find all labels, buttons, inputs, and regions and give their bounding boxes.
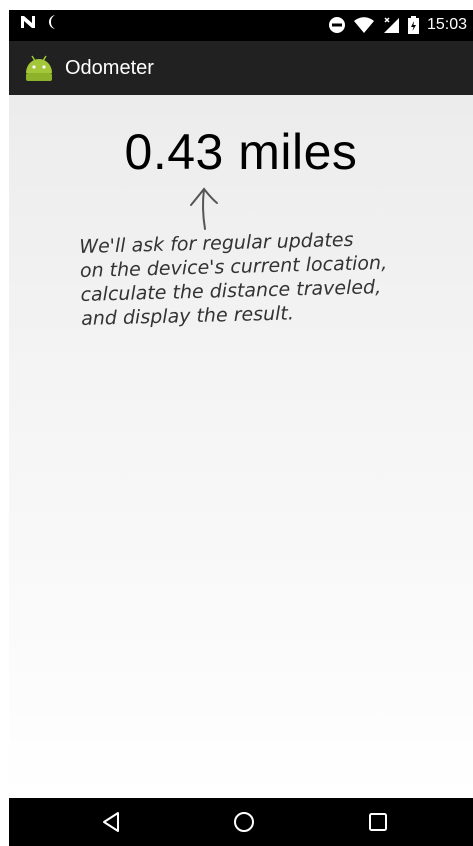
status-left-icons [19,14,57,30]
action-bar: Odometer [9,41,473,95]
annotation-text: We'll ask for regular updates on the dev… [79,226,441,331]
wifi-icon [353,17,374,33]
device-frame: 15:03 Odometer 0.43 miles We'll ask for … [0,0,473,846]
phone-screen: 15:03 Odometer 0.43 miles We'll ask for … [9,10,473,846]
home-icon[interactable] [232,810,256,834]
app-title: Odometer [65,56,154,79]
distance-readout: 0.43 miles [124,124,358,180]
annotation-arrow [190,187,218,230]
main-content: 0.43 miles We'll ask for regular updates… [9,95,473,798]
status-right-icons: 15:03 [328,16,467,34]
status-time: 15:03 [426,16,467,33]
recents-icon[interactable] [366,810,390,834]
signal-icon [383,17,399,33]
navigation-bar [9,798,473,846]
moon-icon [49,15,55,29]
battery-icon [407,16,419,34]
status-bar: 15:03 [9,10,473,41]
android-icon [26,55,52,81]
back-icon[interactable] [100,810,124,834]
nfc-icon [21,16,35,28]
do-not-disturb-icon [328,17,345,33]
